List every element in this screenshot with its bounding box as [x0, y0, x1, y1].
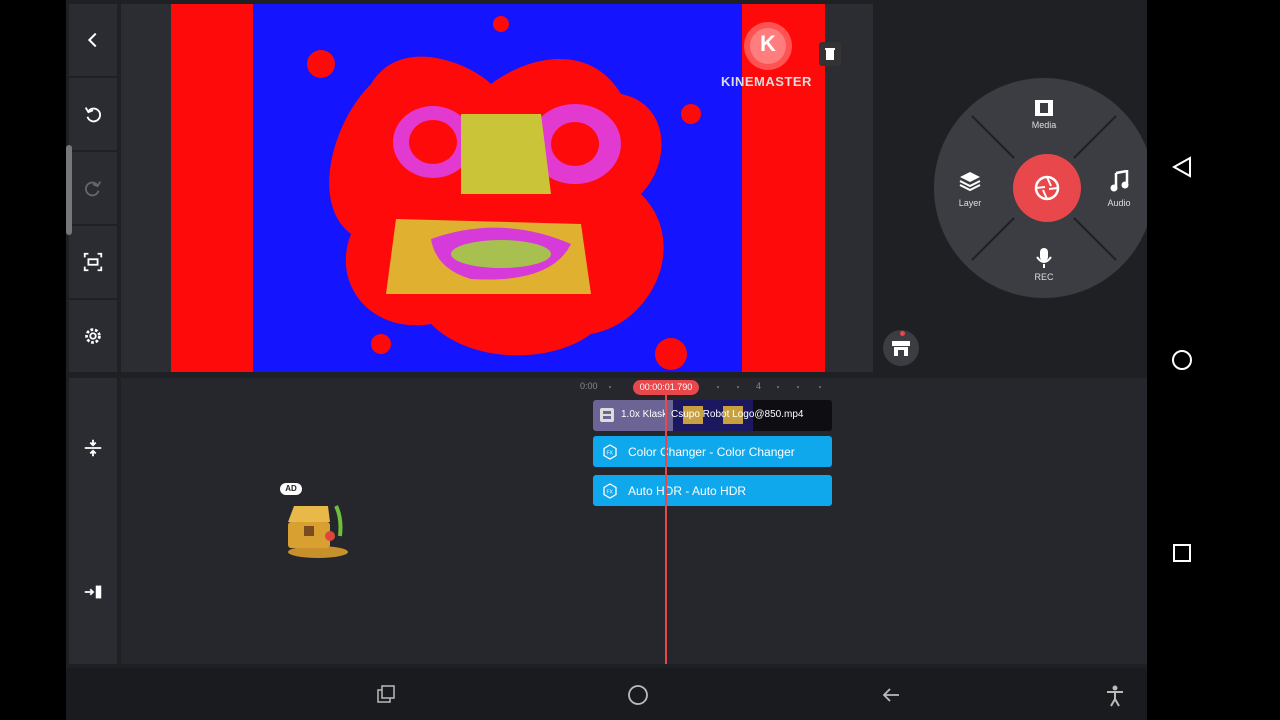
playhead-line[interactable]	[665, 390, 667, 664]
nav-recents-button[interactable]	[1170, 541, 1194, 565]
clip-speed-label: 1.0x Klask	[621, 409, 668, 420]
video-clip-icon	[600, 408, 614, 422]
effect-track-label: Auto HDR - Auto HDR	[628, 483, 747, 498]
jump-to-end-button[interactable]	[69, 520, 117, 664]
audio-label: Audio	[1107, 198, 1131, 208]
rec-label: REC	[1034, 272, 1054, 282]
switch-app-button[interactable]	[374, 684, 398, 708]
capture-shutter-button[interactable]	[1013, 154, 1081, 222]
gear-icon	[85, 328, 101, 344]
arrow-left-icon	[882, 688, 899, 702]
media-label: Media	[1031, 120, 1057, 130]
capture-button[interactable]	[69, 226, 117, 298]
effect-track-auto-hdr[interactable]: FX Auto HDR - Auto HDR	[593, 475, 832, 506]
trash-icon	[825, 48, 835, 60]
back-button[interactable]	[69, 4, 117, 76]
expand-vertical-icon	[84, 439, 102, 457]
circle-icon	[1172, 350, 1192, 370]
effect-track-color-changer[interactable]: FX Color Changer - Color Changer	[593, 436, 832, 467]
settings-button[interactable]	[69, 300, 117, 372]
svg-text:FX: FX	[607, 489, 614, 495]
treasure-chest-icon[interactable]	[282, 496, 354, 560]
triangle-back-icon	[1171, 156, 1191, 178]
nav-back-button[interactable]	[1170, 155, 1194, 179]
nav-home-button[interactable]	[1170, 348, 1194, 372]
rec-button[interactable]: REC	[1014, 246, 1074, 286]
playhead-time[interactable]: 00:00:01.790	[633, 380, 699, 395]
layers-icon	[959, 172, 981, 192]
film-icon	[1035, 100, 1053, 116]
back-button-bottom[interactable]	[880, 684, 902, 706]
media-button[interactable]: Media	[1014, 96, 1074, 136]
music-note-icon	[1110, 170, 1129, 192]
accessibility-button[interactable]	[1104, 684, 1126, 708]
layer-label: Layer	[958, 198, 982, 208]
jump-end-icon	[84, 585, 102, 599]
redo-button[interactable]	[69, 152, 117, 224]
audio-button[interactable]: Audio	[1089, 170, 1149, 210]
ruler-start-time: 0:00	[580, 381, 598, 391]
store-icon	[892, 341, 910, 356]
redo-icon	[85, 181, 102, 197]
effect-icon: FX	[603, 482, 617, 499]
home-button-bottom[interactable]	[627, 684, 649, 706]
undo-icon	[84, 107, 101, 123]
media-wheel: Media Layer Audio REC	[934, 78, 1154, 298]
camera-shutter-icon	[1034, 175, 1060, 201]
notification-dot	[900, 331, 905, 336]
preview-panel: K KINEMASTER	[121, 4, 873, 372]
screenshot-icon	[83, 252, 103, 272]
video-clip[interactable]: 1.0x Klask Csupo Robot Logo@850.mp4	[593, 400, 832, 431]
video-frame	[171, 4, 825, 372]
switch-window-icon	[377, 685, 395, 703]
remove-watermark-button[interactable]	[819, 42, 841, 66]
watermark-text: KINEMASTER	[721, 74, 812, 89]
system-side-nav	[1147, 0, 1280, 720]
logo-letter: K	[760, 31, 776, 56]
square-icon	[1173, 544, 1191, 562]
undo-button[interactable]	[69, 78, 117, 150]
asset-store-button[interactable]	[883, 330, 919, 366]
system-bottom-bar	[66, 668, 1147, 720]
clip-filename: Csupo Robot Logo@850.mp4	[671, 409, 804, 420]
chevron-left-icon	[87, 32, 97, 48]
drawer-handle[interactable]	[66, 145, 72, 235]
circle-home-icon	[628, 685, 648, 705]
layer-button[interactable]: Layer	[940, 170, 1000, 210]
track-expand-button[interactable]	[69, 378, 117, 518]
effect-track-label: Color Changer - Color Changer	[628, 444, 795, 459]
ad-badge: AD	[280, 483, 302, 495]
microphone-icon	[1036, 248, 1052, 268]
effect-icon: FX	[603, 443, 617, 460]
accessibility-icon	[1107, 685, 1123, 707]
svg-text:FX: FX	[607, 450, 614, 456]
